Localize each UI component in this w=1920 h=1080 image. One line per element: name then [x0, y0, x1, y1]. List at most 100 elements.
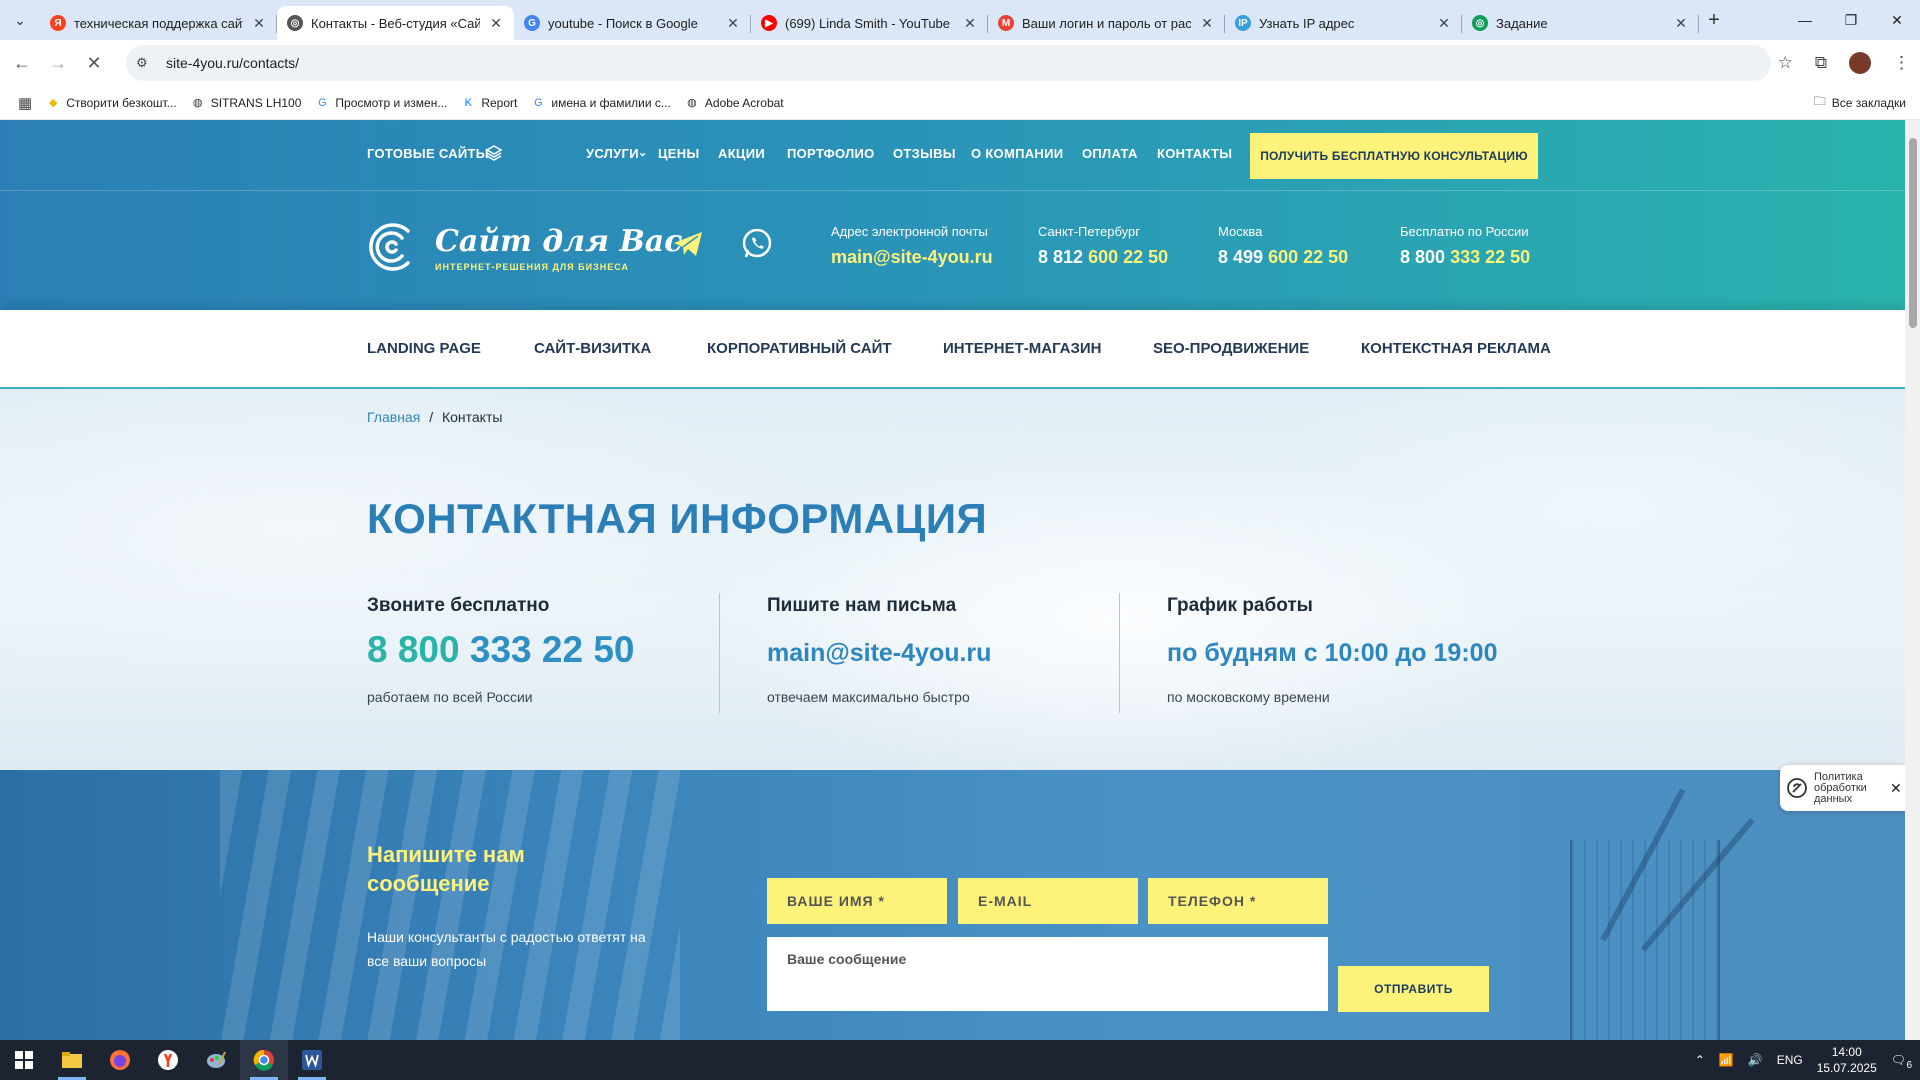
- toolbar-actions: ☆ ⧉ ⋮: [1778, 40, 1910, 86]
- tab-search-button[interactable]: ⌄: [0, 0, 40, 40]
- folder-icon: [62, 1052, 82, 1068]
- bookmark-item[interactable]: G Просмотр и измен...: [315, 96, 447, 110]
- nav-promos[interactable]: АКЦИИ: [718, 146, 765, 161]
- close-tab-icon[interactable]: ✕: [962, 15, 978, 32]
- mail-column: Пишите нам письма main@site-4you.ru отве…: [767, 595, 991, 705]
- taskbar-paint[interactable]: [192, 1040, 240, 1080]
- apps-grid-icon[interactable]: ▦: [18, 94, 32, 112]
- close-tab-icon[interactable]: ✕: [1436, 15, 1452, 32]
- browser-tab[interactable]: IP Узнать IP адрес ✕: [1225, 6, 1462, 40]
- nav-context-ads[interactable]: КОНТЕКСТНАЯ РЕКЛАМА: [1361, 340, 1551, 357]
- site-info-icon[interactable]: ⚙: [136, 55, 152, 71]
- bookmark-item[interactable]: K Report: [461, 96, 518, 110]
- nav-reviews[interactable]: ОТЗЫВЫ: [893, 146, 956, 161]
- bookmark-item[interactable]: ◆ Створити безкошт...: [46, 96, 177, 110]
- start-button[interactable]: [0, 1040, 48, 1080]
- all-bookmarks-button[interactable]: 🗀 Все закладки: [1814, 92, 1906, 113]
- browser-tab[interactable]: Gyoutube - Поиск в Google ✕: [514, 6, 751, 40]
- bookmark-item[interactable]: ◍ Adobe Acrobat: [685, 96, 784, 110]
- submit-button[interactable]: ОТПРАВИТЬ: [1338, 966, 1489, 1012]
- close-tab-icon[interactable]: ✕: [1199, 15, 1215, 32]
- msk-phone[interactable]: 8 499 600 22 50: [1218, 247, 1348, 268]
- call-phone-prefix: 8 800: [367, 629, 460, 670]
- nav-seo[interactable]: SEO-ПРОДВИЖЕНИЕ: [1153, 340, 1309, 357]
- close-tab-icon[interactable]: ✕: [725, 15, 741, 32]
- bookmark-item[interactable]: Gимена и фамилии с...: [531, 96, 671, 110]
- menu-dots-icon[interactable]: ⋮: [1893, 53, 1910, 73]
- call-phone[interactable]: 8 800 333 22 50: [367, 629, 634, 671]
- header-email-link[interactable]: main@site-4you.ru: [831, 247, 993, 268]
- paint-icon: [207, 1051, 226, 1068]
- nav-services[interactable]: УСЛУГИ: [586, 146, 639, 161]
- windows-icon: [15, 1051, 33, 1069]
- close-tab-icon[interactable]: ✕: [1673, 15, 1689, 32]
- whatsapp-icon[interactable]: [740, 227, 774, 261]
- nav-business-card-site[interactable]: САЙТ-ВИЗИТКА: [534, 340, 651, 357]
- nav-corporate-site[interactable]: КОРПОРАТИВНЫЙ САЙТ: [707, 340, 892, 357]
- nav-about[interactable]: О КОМПАНИИ: [971, 146, 1063, 161]
- globe-icon: ◍: [192, 97, 203, 109]
- browser-tab[interactable]: ◎ Задание ✕: [1462, 6, 1699, 40]
- tab-title: Задание: [1496, 15, 1548, 31]
- spb-phone[interactable]: 8 812 600 22 50: [1038, 247, 1168, 268]
- nav-prices[interactable]: ЦЕНЫ: [658, 146, 699, 161]
- forward-button[interactable]: →: [44, 53, 72, 74]
- taskbar-word[interactable]: [288, 1040, 336, 1080]
- taskbar-explorer[interactable]: [48, 1040, 96, 1080]
- bookmark-label: Просмотр и измен...: [335, 95, 448, 110]
- mail-link[interactable]: main@site-4you.ru: [767, 639, 991, 668]
- nav-landing-page[interactable]: LANDING PAGE: [367, 340, 481, 357]
- nav-online-store[interactable]: ИНТЕРНЕТ-МАГАЗИН: [943, 340, 1102, 357]
- hours-column: График работы по будням с 10:00 до 19:00…: [1167, 595, 1497, 705]
- language-indicator[interactable]: ENG: [1777, 1053, 1803, 1067]
- tab-title: (699) Linda Smith - YouTube: [785, 15, 951, 31]
- nav-payment[interactable]: ОПЛАТА: [1082, 146, 1138, 161]
- close-icon[interactable]: ✕: [1890, 780, 1902, 797]
- taskbar-yandex[interactable]: [144, 1040, 192, 1080]
- close-tab-icon[interactable]: ✕: [251, 15, 267, 32]
- browser-tab[interactable]: Ятехническая поддержка сайта ✕: [40, 6, 277, 40]
- services-navigation: LANDING PAGE САЙТ-ВИЗИТКА КОРПОРАТИВНЫЙ …: [0, 310, 1905, 389]
- extensions-icon[interactable]: ⧉: [1815, 53, 1827, 73]
- minimize-button[interactable]: —: [1782, 0, 1828, 40]
- message-textarea[interactable]: Ваше сообщение: [767, 937, 1328, 1011]
- free-consultation-button[interactable]: ПОЛУЧИТЬ БЕСПЛАТНУЮ КОНСУЛЬТАЦИЮ: [1250, 133, 1538, 179]
- chevron-up-icon[interactable]: ⌃: [1695, 1053, 1705, 1067]
- breadcrumb-home-link[interactable]: Главная: [367, 409, 420, 425]
- taskbar-firefox[interactable]: [96, 1040, 144, 1080]
- email-input[interactable]: E-MAIL: [958, 878, 1138, 924]
- notifications-icon[interactable]: 🗨 6: [1891, 1053, 1912, 1071]
- volume-icon[interactable]: 🔊: [1748, 1053, 1763, 1067]
- nav-portfolio[interactable]: ПОРТФОЛИО: [787, 146, 875, 161]
- stop-loading-button[interactable]: ✕: [80, 53, 108, 74]
- logo-name[interactable]: Сайт для Вас: [435, 224, 683, 259]
- privacy-policy-widget[interactable]: Политика обработки данных ✕: [1780, 765, 1905, 811]
- profile-avatar[interactable]: [1849, 52, 1871, 74]
- ru-phone-number: 333 22 50: [1450, 247, 1531, 267]
- new-tab-button[interactable]: +: [1699, 9, 1729, 32]
- page-scrollbar[interactable]: [1905, 120, 1920, 1040]
- browser-tab[interactable]: ◎ Контакты - Веб-студия «Сайт для Вас» ✕: [277, 6, 514, 40]
- browser-tab[interactable]: ▶ (699) Linda Smith - YouTube ✕: [751, 6, 988, 40]
- tab-title: Узнать IP адрес: [1259, 15, 1355, 31]
- browser-tab[interactable]: M Ваши логин и пароль от расширения ✕: [988, 6, 1225, 40]
- bookmark-star-icon[interactable]: ☆: [1778, 53, 1793, 73]
- bookmark-item[interactable]: ◍ SITRANS LH100: [191, 96, 302, 110]
- address-bar[interactable]: ⚙ site-4you.ru/contacts/: [126, 45, 1771, 81]
- network-icon[interactable]: 📶: [1719, 1053, 1734, 1067]
- taskbar-chrome[interactable]: [240, 1040, 288, 1080]
- phone-input[interactable]: ТЕЛЕФОН *: [1148, 878, 1328, 924]
- close-tab-icon[interactable]: ✕: [488, 15, 504, 32]
- clock[interactable]: 14:00 15.07.2025: [1817, 1044, 1877, 1076]
- back-button[interactable]: ←: [8, 53, 36, 74]
- ru-phone[interactable]: 8 800 333 22 50: [1400, 247, 1530, 268]
- close-window-button[interactable]: ✕: [1874, 0, 1920, 40]
- nav-contacts[interactable]: КОНТАКТЫ: [1157, 146, 1232, 161]
- site-logo-icon[interactable]: [366, 219, 418, 275]
- name-input[interactable]: ВАШЕ ИМЯ *: [767, 878, 947, 924]
- telegram-icon[interactable]: [671, 227, 705, 261]
- scrollbar-thumb[interactable]: [1909, 138, 1917, 328]
- breadcrumb: Главная / Контакты: [367, 409, 502, 425]
- restore-button[interactable]: ❐: [1828, 0, 1874, 40]
- nav-ready-sites[interactable]: ГОТОВЫЕ САЙТЫ: [367, 146, 489, 161]
